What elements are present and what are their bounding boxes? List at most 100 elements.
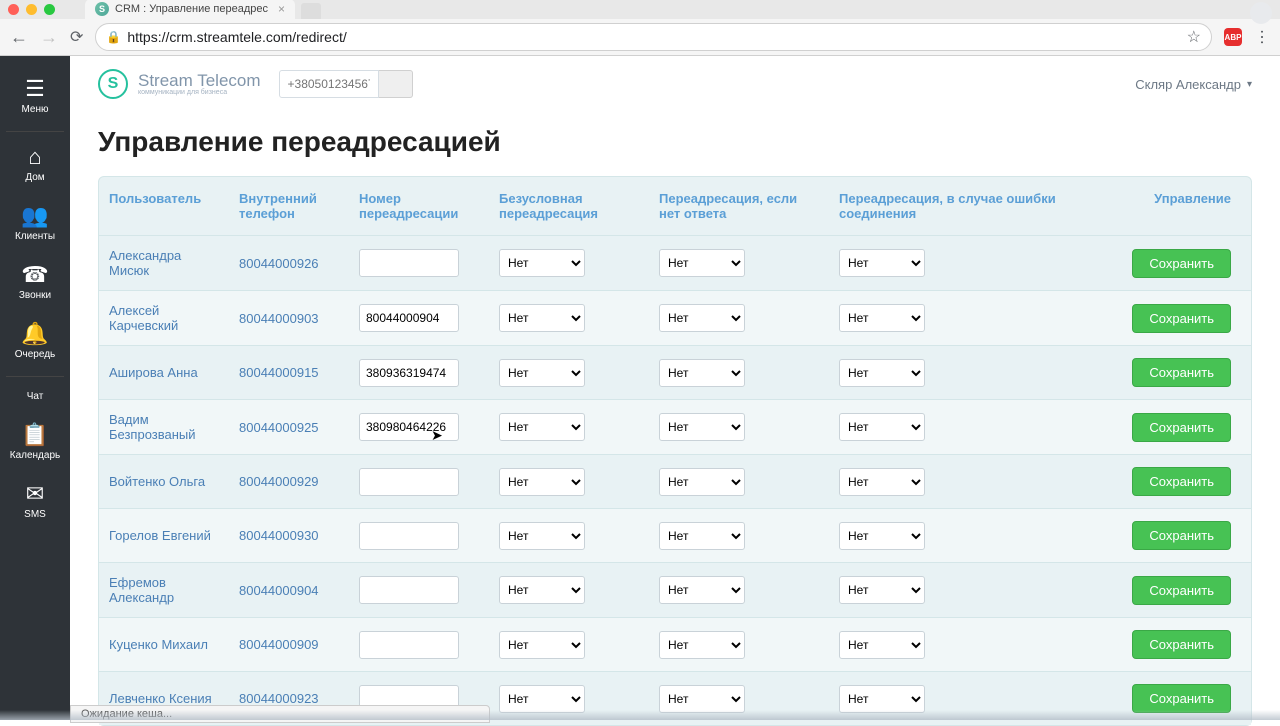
user-link[interactable]: Куценко Михаил <box>109 637 208 652</box>
table-row: Куценко Михаил 80044000909 Нет Нет Нет Сохран… <box>99 617 1251 671</box>
unconditional-select[interactable]: Нет <box>499 576 585 604</box>
ext-phone[interactable]: 80044000923 <box>239 691 319 706</box>
logo[interactable]: Stream Telecom коммуникации для бизнеса <box>98 69 261 99</box>
logo-subtitle: коммуникации для бизнеса <box>138 89 261 96</box>
redirect-number-input[interactable] <box>359 576 459 604</box>
ext-phone[interactable]: 80044000915 <box>239 365 319 380</box>
phone-search-button[interactable] <box>379 70 413 98</box>
noanswer-select[interactable]: Нет <box>659 413 745 441</box>
user-link[interactable]: Ефремов Александр <box>109 575 174 605</box>
sidebar-item-home[interactable]: ⌂ Дом <box>0 136 70 195</box>
sidebar-item-calendar[interactable]: 📋 Календарь <box>0 414 70 473</box>
error-select[interactable]: Нет <box>839 359 925 387</box>
user-link[interactable]: Горелов Евгений <box>109 528 211 543</box>
browser-profile-icon[interactable] <box>1250 2 1272 24</box>
unconditional-select[interactable]: Нет <box>499 468 585 496</box>
ext-phone[interactable]: 80044000904 <box>239 583 319 598</box>
noanswer-select[interactable]: Нет <box>659 522 745 550</box>
bookmark-star-icon[interactable]: ☆ <box>1187 27 1201 47</box>
sidebar-item-chat[interactable]: Чат <box>0 381 70 414</box>
redirect-number-input[interactable] <box>359 522 459 550</box>
user-link[interactable]: Алексей Карчевский <box>109 303 178 333</box>
noanswer-select[interactable]: Нет <box>659 304 745 332</box>
error-select[interactable]: Нет <box>839 304 925 332</box>
error-select[interactable]: Нет <box>839 413 925 441</box>
unconditional-select[interactable]: Нет <box>499 522 585 550</box>
redirect-number-input[interactable] <box>359 413 459 441</box>
unconditional-select[interactable]: Нет <box>499 685 585 713</box>
unconditional-select[interactable]: Нет <box>499 359 585 387</box>
ext-phone[interactable]: 80044000926 <box>239 256 319 271</box>
ext-phone[interactable]: 80044000903 <box>239 311 319 326</box>
sidebar-item-label: Меню <box>21 104 48 115</box>
user-link[interactable]: Александра Мисюк <box>109 248 181 278</box>
sidebar-item-clients[interactable]: 👥 Клиенты <box>0 195 70 254</box>
save-button[interactable]: Сохранить <box>1132 630 1231 659</box>
phone-search-input[interactable] <box>279 70 379 98</box>
user-link[interactable]: Аширова Анна <box>109 365 198 380</box>
window-minimize-icon[interactable] <box>26 4 37 15</box>
sidebar-item-menu[interactable]: ☰ Меню <box>0 68 70 127</box>
noanswer-select[interactable]: Нет <box>659 685 745 713</box>
unconditional-select[interactable]: Нет <box>499 304 585 332</box>
logo-text: Stream Telecom <box>138 72 261 89</box>
browser-toolbar: ← → ⟳ 🔒 https://crm.streamtele.com/redir… <box>0 19 1280 56</box>
unconditional-select[interactable]: Нет <box>499 631 585 659</box>
noanswer-select[interactable]: Нет <box>659 631 745 659</box>
save-button[interactable]: Сохранить <box>1132 467 1231 496</box>
error-select[interactable]: Нет <box>839 631 925 659</box>
user-menu[interactable]: Скляр Александр ▾ <box>1135 77 1252 92</box>
user-link[interactable]: Войтенко Ольга <box>109 474 205 489</box>
browser-tab[interactable]: S CRM : Управление переадрес × <box>85 0 295 19</box>
noanswer-select[interactable]: Нет <box>659 249 745 277</box>
sidebar-item-calls[interactable]: ☎ Звонки <box>0 254 70 313</box>
ext-phone[interactable]: 80044000909 <box>239 637 319 652</box>
unconditional-select[interactable]: Нет <box>499 249 585 277</box>
unconditional-select[interactable]: Нет <box>499 413 585 441</box>
noanswer-select[interactable]: Нет <box>659 359 745 387</box>
redirect-number-input[interactable] <box>359 359 459 387</box>
error-select[interactable]: Нет <box>839 522 925 550</box>
save-button[interactable]: Сохранить <box>1132 576 1231 605</box>
redirect-number-input[interactable] <box>359 468 459 496</box>
error-select[interactable]: Нет <box>839 576 925 604</box>
save-button[interactable]: Сохранить <box>1132 413 1231 442</box>
sidebar: ☰ Меню ⌂ Дом 👥 Клиенты ☎ Звонки 🔔 Очеред… <box>0 56 70 720</box>
noanswer-select[interactable]: Нет <box>659 468 745 496</box>
error-select[interactable]: Нет <box>839 249 925 277</box>
save-button[interactable]: Сохранить <box>1132 684 1231 713</box>
save-button[interactable]: Сохранить <box>1132 249 1231 278</box>
col-ext: Внутренний телефон <box>229 177 349 235</box>
new-tab-button[interactable] <box>301 3 321 19</box>
sidebar-item-sms[interactable]: ✉ SMS <box>0 473 70 532</box>
ext-phone[interactable]: 80044000929 <box>239 474 319 489</box>
ext-phone[interactable]: 80044000930 <box>239 528 319 543</box>
ext-phone[interactable]: 80044000925 <box>239 420 319 435</box>
save-button[interactable]: Сохранить <box>1132 304 1231 333</box>
col-manage: Управление <box>1089 177 1251 235</box>
error-select[interactable]: Нет <box>839 685 925 713</box>
window-close-icon[interactable] <box>8 4 19 15</box>
sidebar-item-queue[interactable]: 🔔 Очередь <box>0 313 70 372</box>
save-button[interactable]: Сохранить <box>1132 521 1231 550</box>
noanswer-select[interactable]: Нет <box>659 576 745 604</box>
nav-back-icon[interactable]: ← <box>10 27 28 48</box>
error-select[interactable]: Нет <box>839 468 925 496</box>
col-err: Переадресация, в случае ошибки соединени… <box>829 177 1089 235</box>
redirect-number-input[interactable] <box>359 249 459 277</box>
redirect-number-input[interactable] <box>359 631 459 659</box>
window-maximize-icon[interactable] <box>44 4 55 15</box>
tab-close-icon[interactable]: × <box>278 2 285 16</box>
user-link[interactable]: Левченко Ксения <box>109 691 212 706</box>
table-row: Алексей Карчевский 80044000903 Нет Нет Нет Со… <box>99 290 1251 345</box>
address-bar[interactable]: 🔒 https://crm.streamtele.com/redirect/ ☆ <box>95 23 1212 51</box>
redirect-number-input[interactable] <box>359 304 459 332</box>
user-link[interactable]: Вадим Безпрозваный <box>109 412 196 442</box>
browser-menu-icon[interactable]: ⋯ <box>1252 29 1272 45</box>
adblock-icon[interactable]: ABP <box>1224 28 1242 46</box>
save-button[interactable]: Сохранить <box>1132 358 1231 387</box>
sidebar-item-label: Звонки <box>19 290 51 301</box>
sidebar-item-label: Клиенты <box>15 231 55 242</box>
reload-icon[interactable]: ⟳ <box>70 27 83 47</box>
user-name: Скляр Александр <box>1135 77 1241 92</box>
